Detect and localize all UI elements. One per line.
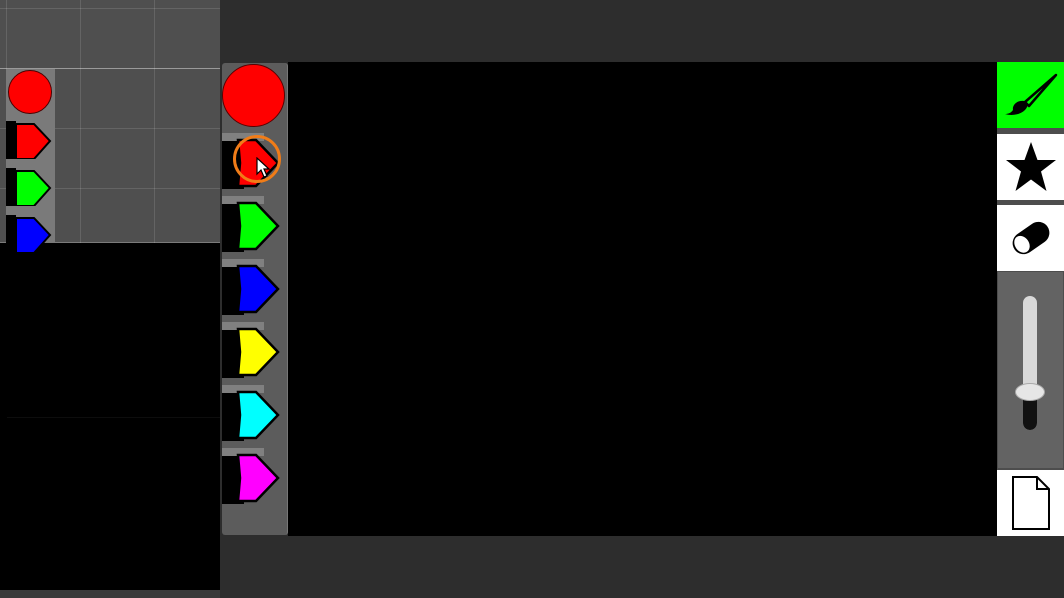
color-swatch-green[interactable] <box>222 196 284 252</box>
drawing-canvas[interactable] <box>288 62 997 536</box>
tool-bar <box>997 62 1064 536</box>
color-swatch-magenta[interactable] <box>222 448 284 504</box>
new-page-icon <box>1011 476 1050 530</box>
preview-current-color <box>8 70 52 114</box>
blue-arrow-icon <box>236 264 280 314</box>
brush-size-handle[interactable] <box>1015 383 1045 401</box>
cyan-arrow-icon <box>236 390 280 440</box>
color-swatch-cyan[interactable] <box>222 385 284 441</box>
color-swatch-yellow[interactable] <box>222 322 284 378</box>
color-palette <box>222 63 288 535</box>
color-swatch-blue[interactable] <box>222 259 284 315</box>
yellow-arrow-icon <box>236 327 280 377</box>
preview-panel <box>0 0 220 598</box>
preview-swatch-red <box>6 121 55 159</box>
new-page-button[interactable] <box>997 470 1064 536</box>
preview-swatch-green <box>6 168 55 206</box>
mouse-pointer-icon <box>256 157 271 178</box>
paintbrush-icon <box>1004 73 1057 115</box>
star-tool-button[interactable] <box>997 134 1064 200</box>
preview-canvas <box>7 243 220 418</box>
magenta-arrow-icon <box>236 453 280 503</box>
current-color-indicator <box>222 64 285 127</box>
green-arrow-icon <box>236 201 280 251</box>
preview-bottom-bar <box>0 590 220 598</box>
preview-palette <box>6 69 55 253</box>
eraser-icon <box>1012 221 1049 255</box>
eraser-tool-button[interactable] <box>997 205 1064 271</box>
brush-size-slider[interactable] <box>1023 296 1037 430</box>
brush-size-panel <box>998 272 1063 468</box>
star-icon <box>1005 142 1056 191</box>
brush-tool-button[interactable] <box>997 62 1064 128</box>
